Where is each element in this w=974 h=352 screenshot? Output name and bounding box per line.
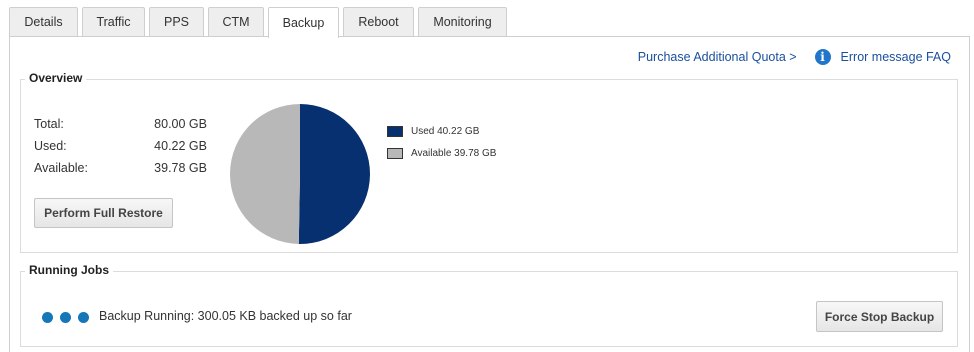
tab-reboot[interactable]: Reboot [343, 7, 414, 36]
pie-slice-used [298, 104, 371, 244]
backup-status-text: Backup Running: 300.05 KB backed up so f… [99, 309, 352, 323]
stat-label: Available: [34, 161, 88, 175]
storage-pie-chart [230, 104, 371, 244]
error-faq-link[interactable]: Error message FAQ [841, 50, 951, 64]
running-jobs-section: Running Jobs Backup Running: 300.05 KB b… [20, 263, 958, 347]
legend-label-used: Used 40.22 GB [411, 125, 480, 137]
stat-value: 80.00 GB [154, 117, 207, 131]
tab-backup[interactable]: Backup [268, 7, 339, 38]
overview-title: Overview [25, 71, 87, 85]
pie-slice-available [230, 104, 300, 244]
tab-bar: Details Traffic PPS CTM Backup Reboot Mo… [9, 7, 511, 38]
progress-dots-icon [42, 312, 96, 323]
stat-label: Used: [34, 139, 67, 153]
legend-item-used: Used 40.22 GB [387, 120, 496, 142]
stat-used: Used: 40.22 GB [34, 135, 207, 157]
progress-dot [42, 312, 53, 323]
storage-stats: Total: 80.00 GB Used: 40.22 GB Available… [34, 113, 207, 179]
stat-value: 39.78 GB [154, 161, 207, 175]
legend-item-available: Available 39.78 GB [387, 142, 496, 164]
stat-available: Available: 39.78 GB [34, 157, 207, 179]
tab-ctm[interactable]: CTM [208, 7, 264, 36]
stat-label: Total: [34, 117, 64, 131]
backup-panel: Purchase Additional Quota > i Error mess… [9, 36, 970, 352]
force-stop-backup-button[interactable]: Force Stop Backup [816, 301, 943, 332]
purchase-quota-link[interactable]: Purchase Additional Quota > [638, 50, 797, 64]
pie-legend: Used 40.22 GB Available 39.78 GB [387, 120, 496, 164]
stat-value: 40.22 GB [154, 139, 207, 153]
perform-full-restore-button[interactable]: Perform Full Restore [34, 198, 173, 228]
top-links: Purchase Additional Quota > i Error mess… [638, 49, 951, 65]
tab-monitoring[interactable]: Monitoring [418, 7, 507, 36]
overview-section: Overview Total: 80.00 GB Used: 40.22 GB … [20, 71, 958, 253]
legend-label-available: Available 39.78 GB [411, 147, 497, 159]
legend-swatch-used [387, 125, 403, 137]
legend-swatch-available [387, 147, 403, 159]
progress-dot [78, 312, 89, 323]
info-icon: i [814, 49, 831, 65]
tab-details[interactable]: Details [9, 7, 78, 36]
progress-dot [60, 312, 71, 323]
running-jobs-title: Running Jobs [25, 263, 113, 277]
tab-traffic[interactable]: Traffic [82, 7, 145, 36]
stat-total: Total: 80.00 GB [34, 113, 207, 135]
tab-pps[interactable]: PPS [149, 7, 204, 36]
